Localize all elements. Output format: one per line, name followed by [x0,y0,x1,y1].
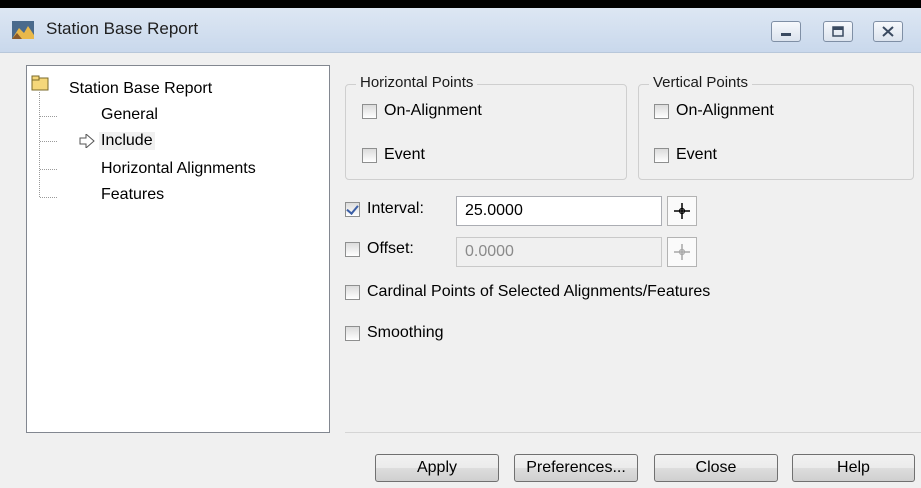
horizontal-points-group: Horizontal Points On-Alignment Event [345,74,627,180]
tree-item-include[interactable]: Include [99,132,155,150]
tree-root-label[interactable]: Station Base Report [69,80,212,98]
arrow-right-icon [79,134,95,148]
cardinal-points-label[interactable]: Cardinal Points of Selected Alignments/F… [367,283,710,301]
restore-icon [832,26,844,37]
interval-input[interactable] [456,196,662,226]
app-icon [12,21,34,39]
apply-button[interactable]: Apply [375,454,499,482]
title-bar[interactable]: Station Base Report [0,8,921,53]
vertical-on-alignment-label[interactable]: On-Alignment [676,102,774,120]
horizontal-event-label[interactable]: Event [384,146,425,164]
horizontal-on-alignment-label[interactable]: On-Alignment [384,102,482,120]
minimize-icon [781,33,791,36]
close-button[interactable]: Close [654,454,778,482]
preferences-button[interactable]: Preferences... [514,454,638,482]
smoothing-label[interactable]: Smoothing [367,324,444,342]
close-window-button[interactable] [873,21,903,42]
interval-label[interactable]: Interval: [367,200,424,218]
cardinal-points-checkbox[interactable] [345,285,360,300]
offset-checkbox[interactable] [345,242,360,257]
tree-lines [31,75,57,198]
offset-pick-button[interactable] [667,237,697,267]
vertical-points-group: Vertical Points On-Alignment Event [638,74,914,180]
tree-item-general[interactable]: General [101,106,158,124]
help-button[interactable]: Help [792,454,915,482]
crosshair-icon [674,244,690,260]
smoothing-checkbox[interactable] [345,326,360,341]
horizontal-points-title: Horizontal Points [356,74,478,91]
station-base-report-window: Station Base Report Station Base Report … [0,8,921,488]
restore-button[interactable] [823,21,853,42]
close-icon [882,26,894,37]
crosshair-icon [674,203,690,219]
tree-item-features[interactable]: Features [101,186,164,204]
vertical-event-label[interactable]: Event [676,146,717,164]
tree-item-horizontal-alignments[interactable]: Horizontal Alignments [101,160,256,178]
vertical-on-alignment-checkbox[interactable] [654,104,669,119]
horizontal-event-checkbox[interactable] [362,148,377,163]
offset-input[interactable] [456,237,662,267]
interval-checkbox[interactable] [345,202,360,217]
navigation-tree[interactable]: Station Base Report General Include Hori… [26,65,330,433]
vertical-event-checkbox[interactable] [654,148,669,163]
separator [345,432,921,433]
offset-label[interactable]: Offset: [367,240,414,258]
minimize-button[interactable] [771,21,801,42]
horizontal-on-alignment-checkbox[interactable] [362,104,377,119]
window-title: Station Base Report [46,19,199,38]
vertical-points-title: Vertical Points [649,74,753,91]
interval-pick-button[interactable] [667,196,697,226]
